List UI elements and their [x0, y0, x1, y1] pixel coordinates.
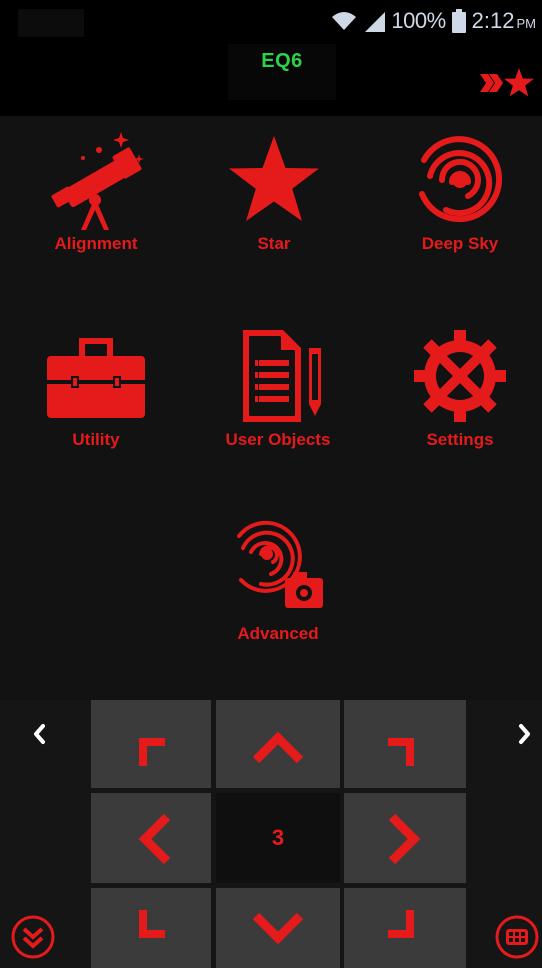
slew-speed-value: 3 — [271, 825, 285, 850]
slew-up-left-button[interactable] — [91, 700, 211, 788]
chevron-left-icon — [34, 724, 45, 744]
signal-icon — [365, 12, 386, 32]
gear-icon — [414, 330, 506, 422]
battery-icon — [451, 9, 466, 33]
clock-time: 2:12 — [471, 8, 515, 33]
slew-down-button[interactable] — [216, 888, 340, 968]
menu-item-utility[interactable]: Utility — [6, 326, 186, 450]
menu-item-advanced[interactable]: Advanced — [188, 520, 368, 644]
menu-item-alignment[interactable]: Alignment — [6, 130, 186, 254]
chevron-left-red-icon — [138, 813, 171, 865]
menu-label-advanced: Advanced — [237, 624, 319, 643]
chevron-right-red-icon — [388, 813, 421, 865]
menu-label-star: Star — [257, 234, 291, 253]
slew-down-left-button[interactable] — [91, 888, 211, 968]
hand-controller: 3 — [0, 700, 542, 968]
double-chevron-down-circle-icon — [11, 915, 55, 959]
toolbox-icon — [47, 338, 145, 418]
battery-percent: 100% — [391, 8, 446, 33]
corner-down-right-icon — [388, 910, 414, 938]
menu-label-deep-sky: Deep Sky — [421, 234, 499, 253]
collapse-controller-button[interactable] — [10, 914, 56, 960]
corner-up-right-icon — [388, 738, 414, 766]
main-menu: Alignment Star Deep Sky Utility User Obj… — [0, 116, 542, 700]
menu-item-star[interactable]: Star — [184, 130, 364, 254]
menu-label-settings: Settings — [426, 430, 494, 449]
telescope-icon — [51, 132, 144, 230]
previous-page-button[interactable] — [28, 720, 50, 748]
slew-down-right-button[interactable] — [344, 888, 466, 968]
slew-up-right-button[interactable] — [344, 700, 466, 788]
menu-label-utility: Utility — [72, 430, 120, 449]
mount-title-box: EQ6 — [228, 44, 336, 100]
notification-area — [18, 9, 84, 37]
menu-label-alignment: Alignment — [54, 234, 138, 253]
status-indicators: 100% 2:12 PM — [331, 8, 536, 34]
slew-speed-button[interactable]: 3 — [216, 793, 340, 883]
next-page-button[interactable] — [514, 720, 536, 748]
galaxy-icon — [419, 136, 503, 223]
status-bar: 100% 2:12 PM — [0, 0, 542, 44]
clock-ampm: PM — [516, 16, 537, 31]
app-header: EQ6 — [0, 44, 542, 116]
star-icon — [229, 136, 319, 221]
page-title: EQ6 — [261, 50, 303, 72]
menu-item-deep-sky[interactable]: Deep Sky — [370, 130, 542, 254]
slew-right-button[interactable] — [344, 793, 466, 883]
galaxy-camera-icon — [237, 520, 323, 608]
chevron-up-icon — [252, 731, 304, 764]
favorites-button[interactable] — [478, 66, 534, 100]
corner-up-left-icon — [139, 738, 165, 766]
keypad-circle-icon — [495, 915, 539, 959]
chevron-right-icon — [519, 724, 530, 744]
menu-item-settings[interactable]: Settings — [370, 326, 542, 450]
chevron-down-red-icon — [252, 912, 304, 945]
menu-label-user-objects: User Objects — [225, 430, 331, 449]
slew-left-button[interactable] — [91, 793, 211, 883]
corner-down-left-icon — [139, 910, 165, 938]
keypad-button[interactable] — [494, 914, 540, 960]
slew-up-button[interactable] — [216, 700, 340, 788]
wifi-icon — [332, 12, 357, 30]
document-pencil-icon — [243, 330, 321, 422]
double-chevron-star-icon — [480, 68, 534, 97]
menu-item-user-objects[interactable]: User Objects — [188, 326, 368, 450]
